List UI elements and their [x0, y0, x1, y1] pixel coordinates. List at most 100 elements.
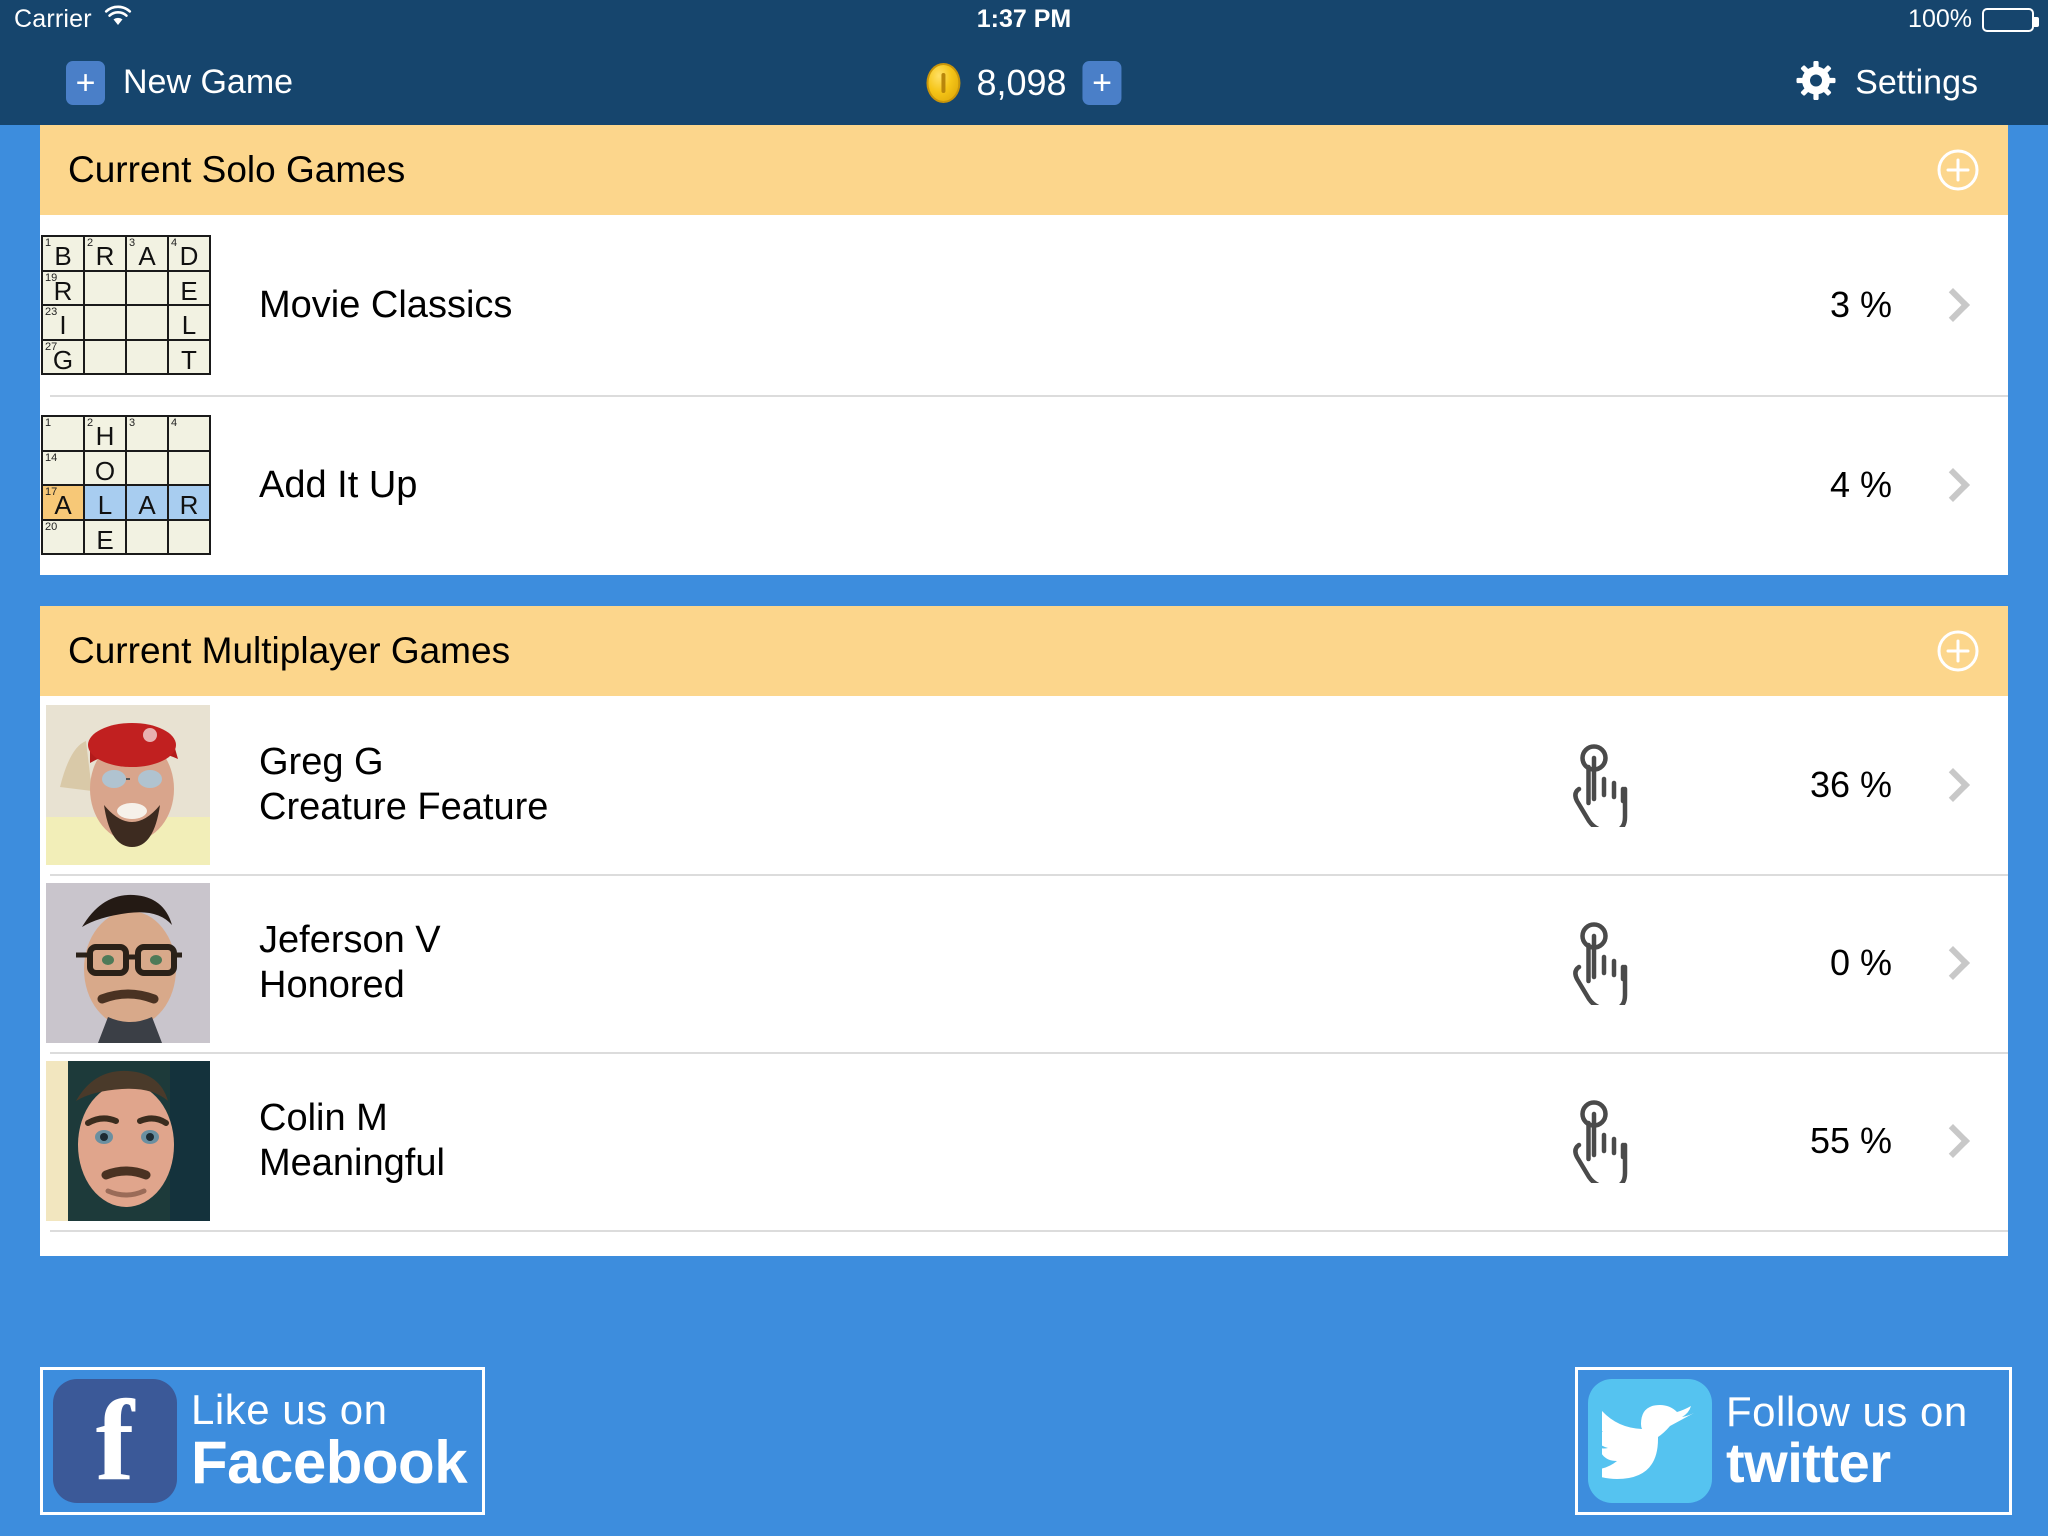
plus-circle-icon[interactable] [1936, 629, 1980, 673]
progress-percent: 36 % [1809, 764, 1892, 805]
crossword-cell: L [169, 306, 209, 339]
crossword-cell: 17 A [43, 486, 83, 519]
crossword-cell: L [85, 486, 125, 519]
tap-hand-icon [1528, 921, 1678, 1005]
coin-icon [926, 62, 961, 103]
player-name: Greg G [259, 741, 384, 784]
cell-number: 2 [87, 417, 94, 429]
crossword-cell: 2R [85, 237, 125, 270]
cell-letter: E [96, 524, 114, 555]
avatar-cell [40, 705, 212, 865]
cell-letter: O [94, 455, 116, 486]
crossword-thumbnail: 1 2H 3 4 14 O 17 A L A R 20 E [40, 415, 212, 555]
games-list[interactable]: Current Solo Games 1B 2R 3A 4 D 19 R E 2… [40, 125, 2008, 1347]
battery-percent-label: 100% [1908, 5, 1972, 33]
table-row[interactable]: 1B 2R 3A 4D 19 R E 23 I L 27 G T Movie C… [40, 215, 2008, 395]
crossword-cell: 2H [85, 417, 125, 450]
chevron-right-icon[interactable] [1898, 946, 2008, 980]
crossword-cell: 1B [43, 237, 83, 270]
cell-number: 14 [45, 451, 58, 464]
cell-letter: L [97, 490, 113, 521]
chevron-right-icon[interactable] [1898, 288, 2008, 322]
section-title-multiplayer: Current Multiplayer Games [68, 630, 511, 671]
row-text: Add It Up [212, 463, 1678, 508]
chevron-right-icon[interactable] [1898, 468, 2008, 502]
cell-number: 1 [45, 237, 52, 249]
crossword-grid: 1B 2R 3A 4D 19 R E 23 I L 27 G T [41, 235, 211, 375]
progress-percent: 55 % [1809, 1120, 1892, 1161]
plus-circle-icon[interactable] [1936, 148, 1980, 192]
progress-percent: 3 % [1829, 284, 1892, 325]
status-bar: Carrier 1:37 PM 100% [0, 0, 2048, 40]
avatar-cell [40, 1239, 212, 1256]
cell-number: 23 [45, 306, 58, 318]
cell-letter: R [179, 490, 199, 521]
crossword-cell: 14 [43, 451, 83, 484]
facebook-banner[interactable]: f Like us on Facebook [40, 1367, 485, 1515]
section-title-solo: Current Solo Games [68, 149, 406, 190]
app-root: Carrier 1:37 PM 100% + New Game 8,098 + … [0, 0, 2048, 1536]
crossword-cell: 3 [127, 417, 167, 450]
settings-button[interactable]: Settings [1795, 59, 1978, 106]
crossword-cell [85, 340, 125, 373]
section-multiplayer-games: Current Multiplayer Games Greg G Creatur… [40, 606, 2008, 1256]
cell-letter: T [181, 344, 197, 375]
table-row[interactable]: Greg G Creature Feature 36 % [40, 696, 2008, 874]
chevron-right-icon[interactable] [1898, 1124, 2008, 1158]
crossword-thumbnail: 1B 2R 3A 4D 19 R E 23 I L 27 G T [40, 235, 212, 375]
cell-number: 17 [45, 486, 58, 498]
cell-number: 2 [87, 237, 94, 249]
plus-icon: + [66, 60, 105, 105]
crossword-cell [169, 451, 209, 484]
table-row[interactable]: Jeferson V Honored 0 % [40, 874, 2008, 1052]
new-game-label: New Game [123, 63, 294, 101]
add-coins-button[interactable]: + [1082, 60, 1122, 105]
crossword-cell: E [85, 520, 125, 555]
row-separator [50, 1230, 2008, 1232]
facebook-logo-icon: f [53, 1379, 177, 1503]
crossword-cell [127, 520, 167, 553]
cell-letter: L [181, 310, 197, 341]
row-text: Colin M Meaningful [212, 1096, 1528, 1186]
crossword-cell: 27 G [43, 340, 83, 373]
crossword-cell: R [169, 486, 209, 519]
gear-icon [1795, 59, 1837, 106]
cell-letter: E [180, 275, 198, 306]
player-name: Colin M [259, 1097, 388, 1140]
twitter-banner[interactable]: Follow us on twitter [1575, 1367, 2012, 1515]
cell-letter: A [138, 490, 156, 521]
crossword-cell: 19 R [43, 271, 83, 304]
table-row[interactable]: Colin M Meaningful 55 % [40, 1052, 2008, 1230]
crossword-cell [127, 271, 167, 304]
row-separator [50, 874, 2008, 876]
crossword-cell: 20 [43, 520, 83, 553]
settings-label: Settings [1855, 63, 1978, 101]
crossword-cell: A [127, 486, 167, 519]
progress-percent: 0 % [1829, 942, 1892, 983]
crossword-cell [169, 520, 209, 553]
facebook-line1: Like us on [191, 1386, 388, 1434]
facebook-line2: Facebook [191, 1429, 468, 1497]
new-game-button[interactable]: + New Game [66, 60, 294, 105]
cell-letter: I [59, 310, 67, 341]
table-row[interactable] [40, 1230, 2008, 1256]
multiplayer-game-rows: Greg G Creature Feature 36 % Jeferson V … [40, 696, 2008, 1256]
cell-letter: H [95, 421, 115, 452]
table-row[interactable]: 1 2H 3 4 14 O 17 A L A R 20 E Add It Up … [40, 395, 2008, 575]
crossword-cell [85, 271, 125, 304]
coin-count-label: 8,098 [976, 61, 1067, 103]
chevron-right-icon[interactable] [1898, 768, 2008, 802]
crossword-cell: O [85, 451, 125, 486]
crossword-cell: 4D [169, 237, 209, 270]
crossword-cell [127, 340, 167, 373]
twitter-line1: Follow us on [1726, 1388, 1968, 1436]
cell-number: 3 [129, 417, 136, 429]
crossword-cell [127, 306, 167, 339]
avatar [46, 883, 210, 1043]
crossword-cell [85, 306, 125, 339]
progress-percent: 4 % [1829, 464, 1892, 505]
facebook-banner-text: Like us on Facebook [191, 1386, 468, 1497]
footer: f Like us on Facebook Follow us on twitt… [0, 1347, 2048, 1536]
row-separator [50, 395, 2008, 397]
avatar [46, 1239, 210, 1256]
